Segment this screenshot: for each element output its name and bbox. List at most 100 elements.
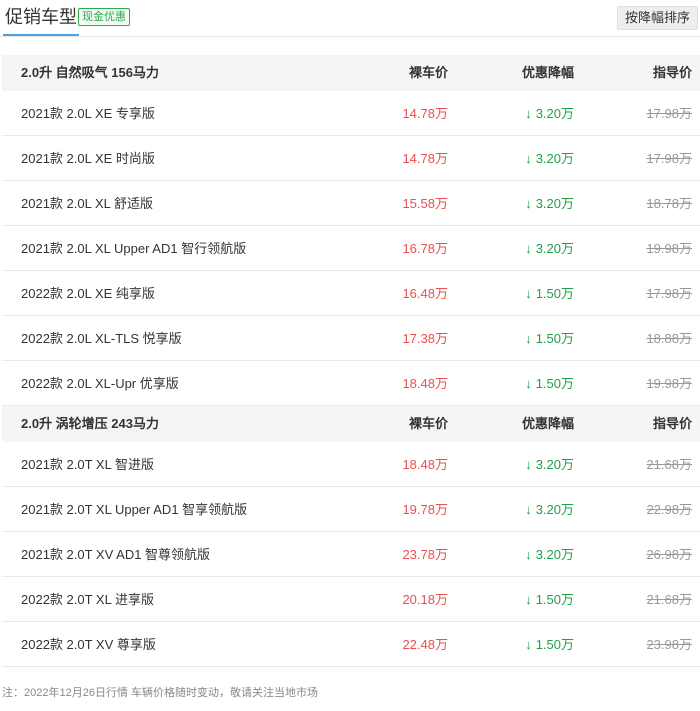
model-name[interactable]: 2021款 2.0L XE 时尚版	[21, 136, 155, 181]
market-footnote: 注：2022年12月26日行情 车辆价格随时变动，敬请关注当地市场	[2, 687, 318, 699]
model-name[interactable]: 2022款 2.0T XV 尊享版	[21, 622, 156, 667]
arrow-down-icon: ↓	[525, 331, 532, 346]
table-row[interactable]: 2022款 2.0T XL 进享版 20.18万 ↓ 1.50万 21.68万	[2, 577, 700, 622]
model-name[interactable]: 2021款 2.0T XL Upper AD1 智享领航版	[21, 487, 247, 532]
cash-discount-badge: 现金优惠	[78, 8, 130, 26]
group-title: 2.0升 涡轮增压 243马力	[21, 416, 159, 431]
table-row[interactable]: 2021款 2.0L XL Upper AD1 智行领航版 16.78万 ↓ 3.20…	[2, 226, 700, 271]
discount-amount: ↓ 3.20万	[525, 181, 574, 226]
guide-price: 17.98万	[646, 286, 692, 301]
column-header-price: 裸车价	[408, 416, 448, 431]
discount-amount: ↓ 3.20万	[525, 442, 574, 487]
guide-price: 22.98万	[646, 502, 692, 517]
arrow-down-icon: ↓	[525, 376, 532, 391]
column-header-discount: 优惠降幅	[521, 416, 574, 431]
discount-amount: ↓ 3.20万	[525, 226, 574, 271]
discount-amount: ↓ 3.20万	[525, 91, 574, 136]
discount-value: 3.20万	[535, 106, 574, 121]
arrow-down-icon: ↓	[525, 502, 532, 517]
model-name[interactable]: 2022款 2.0L XL-TLS 悦享版	[21, 316, 182, 361]
guide-price: 19.98万	[646, 241, 692, 256]
bare-price: 18.48万	[402, 457, 448, 472]
discount-value: 3.20万	[535, 502, 574, 517]
arrow-down-icon: ↓	[525, 106, 532, 121]
guide-price: 26.98万	[646, 547, 692, 562]
discount-amount: ↓ 3.20万	[525, 136, 574, 181]
arrow-down-icon: ↓	[525, 547, 532, 562]
column-header-guide: 指导价	[652, 65, 692, 80]
bare-price: 19.78万	[402, 502, 448, 517]
discount-value: 1.50万	[535, 637, 574, 652]
discount-value: 3.20万	[535, 457, 574, 472]
table-row[interactable]: 2021款 2.0L XE 时尚版 14.78万 ↓ 3.20万 17.98万	[2, 136, 700, 181]
bare-price: 16.48万	[402, 286, 448, 301]
model-name[interactable]: 2021款 2.0L XL 舒适版	[21, 181, 153, 226]
discount-value: 3.20万	[535, 196, 574, 211]
table-row[interactable]: 2021款 2.0T XL Upper AD1 智享领航版 19.78万 ↓ 3.20…	[2, 487, 700, 532]
arrow-down-icon: ↓	[525, 151, 532, 166]
column-header-price: 裸车价	[408, 65, 448, 80]
table-row[interactable]: 2021款 2.0L XL 舒适版 15.58万 ↓ 3.20万 18.78万	[2, 181, 700, 226]
discount-amount: ↓ 1.50万	[525, 361, 574, 406]
promo-price-table: 2.0升 自然吸气 156马力 裸车价 优惠降幅 指导价 2021款 2.0L XE 专…	[2, 55, 700, 667]
bare-price: 20.18万	[402, 592, 448, 607]
table-row[interactable]: 2022款 2.0L XL-TLS 悦享版 17.38万 ↓ 1.50万 18.88万	[2, 316, 700, 361]
discount-amount: ↓ 1.50万	[525, 622, 574, 667]
arrow-down-icon: ↓	[525, 286, 532, 301]
table-row[interactable]: 2021款 2.0T XL 智进版 18.48万 ↓ 3.20万 21.68万	[2, 442, 700, 487]
discount-value: 3.20万	[535, 547, 574, 562]
bare-price: 15.58万	[402, 196, 448, 211]
table-row[interactable]: 2022款 2.0L XL-Upr 优享版 18.48万 ↓ 1.50万 19.98万	[2, 361, 700, 406]
discount-value: 1.50万	[535, 286, 574, 301]
bare-price: 18.48万	[402, 376, 448, 391]
discount-amount: ↓ 3.20万	[525, 487, 574, 532]
table-row[interactable]: 2021款 2.0L XE 专享版 14.78万 ↓ 3.20万 17.98万	[2, 91, 700, 136]
arrow-down-icon: ↓	[525, 457, 532, 472]
bare-price: 23.78万	[402, 547, 448, 562]
model-name[interactable]: 2021款 2.0T XL 智进版	[21, 442, 154, 487]
bare-price: 17.38万	[402, 331, 448, 346]
discount-amount: ↓ 3.20万	[525, 532, 574, 577]
bare-price: 16.78万	[402, 241, 448, 256]
group-header: 2.0升 涡轮增压 243马力 裸车价 优惠降幅 指导价	[2, 406, 700, 442]
arrow-down-icon: ↓	[525, 592, 532, 607]
table-row[interactable]: 2022款 2.0T XV 尊享版 22.48万 ↓ 1.50万 23.98万	[2, 622, 700, 667]
guide-price: 21.68万	[646, 457, 692, 472]
section-header: 促销车型 现金优惠 按降幅排序	[0, 0, 700, 37]
discount-value: 1.50万	[535, 331, 574, 346]
model-name[interactable]: 2022款 2.0L XL-Upr 优享版	[21, 361, 179, 406]
discount-value: 1.50万	[535, 376, 574, 391]
bare-price: 14.78万	[402, 106, 448, 121]
model-name[interactable]: 2022款 2.0T XL 进享版	[21, 577, 154, 622]
guide-price: 18.88万	[646, 331, 692, 346]
sort-by-discount-button[interactable]: 按降幅排序	[616, 6, 698, 30]
column-header-discount: 优惠降幅	[521, 65, 574, 80]
guide-price: 19.98万	[646, 376, 692, 391]
discount-amount: ↓ 1.50万	[525, 271, 574, 316]
bare-price: 14.78万	[402, 151, 448, 166]
discount-amount: ↓ 1.50万	[525, 577, 574, 622]
arrow-down-icon: ↓	[525, 241, 532, 256]
model-name[interactable]: 2022款 2.0L XE 纯享版	[21, 271, 155, 316]
model-name[interactable]: 2021款 2.0T XV AD1 智尊领航版	[21, 532, 210, 577]
guide-price: 17.98万	[646, 106, 692, 121]
bare-price: 22.48万	[402, 637, 448, 652]
table-row[interactable]: 2022款 2.0L XE 纯享版 16.48万 ↓ 1.50万 17.98万	[2, 271, 700, 316]
column-header-guide: 指导价	[652, 416, 692, 431]
tab-promo-models[interactable]: 促销车型	[3, 4, 79, 36]
discount-value: 3.20万	[535, 151, 574, 166]
discount-value: 1.50万	[535, 592, 574, 607]
discount-value: 3.20万	[535, 241, 574, 256]
guide-price: 17.98万	[646, 151, 692, 166]
arrow-down-icon: ↓	[525, 637, 532, 652]
model-name[interactable]: 2021款 2.0L XE 专享版	[21, 91, 155, 136]
table-row[interactable]: 2021款 2.0T XV AD1 智尊领航版 23.78万 ↓ 3.20万 26.98…	[2, 532, 700, 577]
arrow-down-icon: ↓	[525, 196, 532, 211]
group-header: 2.0升 自然吸气 156马力 裸车价 优惠降幅 指导价	[2, 55, 700, 91]
discount-amount: ↓ 1.50万	[525, 316, 574, 361]
guide-price: 18.78万	[646, 196, 692, 211]
model-name[interactable]: 2021款 2.0L XL Upper AD1 智行领航版	[21, 226, 246, 271]
guide-price: 23.98万	[646, 637, 692, 652]
group-title: 2.0升 自然吸气 156马力	[21, 65, 159, 80]
guide-price: 21.68万	[646, 592, 692, 607]
